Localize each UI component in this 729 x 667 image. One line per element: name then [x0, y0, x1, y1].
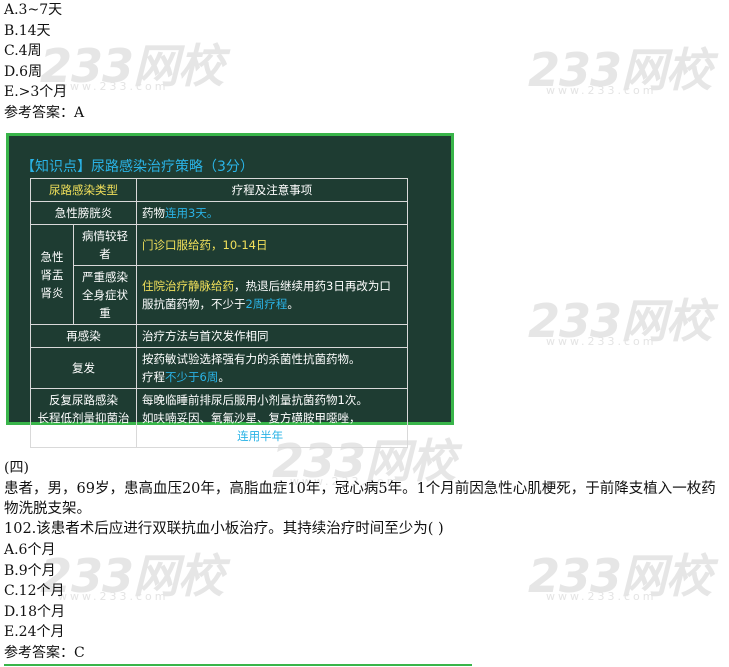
option-a: A.3~7天 [4, 2, 63, 18]
header-course: 疗程及注意事项 [136, 178, 408, 202]
case-stem: 患者，男，69岁，患高血压20年，高脂血症10年，冠心病5年。1个月前因急性心肌… [4, 481, 716, 517]
watermark-logo: 233网校 [528, 549, 712, 603]
option-b: B.14天 [4, 23, 51, 39]
question-text: 102.该患者术后应进行双联抗血小板治疗。其持续治疗时间至少为( ) [4, 521, 444, 537]
row-detail: 住院治疗静脉给药，热退后继续用药3日再改为口服抗菌药物，不少于2周疗程。 [136, 265, 408, 325]
option-d: D.6周 [4, 64, 43, 80]
answer-text: 参考答案：C [4, 645, 85, 661]
table-row: 反复尿路感染 长程低剂量抑菌治疗 每晚临睡前排尿后服用小剂量抗菌药物1次。 如呋喃… [29, 388, 408, 448]
option-e: E.24个月 [4, 624, 65, 640]
row-detail: 门诊口服给药，10-14日 [136, 224, 408, 266]
row-type: 复发 [29, 347, 138, 389]
watermark-logo: 233网校 [40, 549, 224, 603]
table-row: 急性膀胱炎 药物连用3天。 [29, 201, 408, 225]
row-detail: 按药敏试验选择强有力的杀菌性抗菌药物。 疗程不少于6周。 [136, 347, 408, 389]
option-c: C.12个月 [4, 583, 65, 599]
option-a: A.6个月 [4, 542, 56, 558]
knowledge-board: 【知识点】尿路感染治疗策略（3分） 尿路感染类型 疗程及注意事项 急性膀胱炎 药… [6, 133, 454, 448]
table-row: 再感染 治疗方法与首次发作相同 [29, 324, 408, 348]
row-group-pyelonephritis: 急性 肾盂 肾炎 [30, 224, 74, 325]
watermark-url: www.233.com [58, 80, 169, 93]
watermark-url: www.233.com [546, 335, 657, 348]
treatment-table: 尿路感染类型 疗程及注意事项 急性膀胱炎 药物连用3天。 急性 肾盂 肾炎 病情… [29, 178, 408, 448]
row-type: 急性膀胱炎 [29, 201, 138, 225]
table-row: 严重感染 全身症状重 住院治疗静脉给药，热退后继续用药3日再改为口服抗菌药物，不… [31, 265, 408, 325]
case-label: (四) [4, 460, 29, 476]
row-detail: 药物连用3天。 [136, 201, 408, 225]
table-header-row: 尿路感染类型 疗程及注意事项 [29, 178, 408, 202]
watermark-logo: 233网校 [40, 39, 224, 93]
header-type: 尿路感染类型 [29, 178, 138, 202]
watermark-logo: 233网校 [528, 294, 712, 348]
option-d: D.18个月 [4, 604, 65, 620]
row-detail: 每晚临睡前排尿后服用小剂量抗菌药物1次。 如呋喃妥因、氧氟沙星、复方磺胺甲噁唑， 7… [136, 388, 408, 448]
board-title: 【知识点】尿路感染治疗策略（3分） [21, 159, 254, 175]
option-b: B.9个月 [4, 563, 56, 579]
row-type: 病情较轻者 [72, 224, 138, 266]
answer-text: 参考答案：A [4, 105, 85, 121]
row-type: 严重感染 全身症状重 [72, 265, 138, 325]
watermark-url: www.233.com [58, 590, 169, 603]
watermark-url: www.233.com [546, 84, 657, 97]
option-c: C.4周 [4, 43, 42, 59]
row-type: 反复尿路感染 长程低剂量抑菌治疗 [29, 388, 138, 448]
option-e: E.>3个月 [4, 84, 68, 100]
table-row: 急性 肾盂 肾炎 病情较轻者 门诊口服给药，10-14日 [30, 224, 408, 325]
row-type: 再感染 [29, 324, 138, 348]
watermark-logo: 233网校 [528, 43, 712, 97]
table-row: 复发 按药敏试验选择强有力的杀菌性抗菌药物。 疗程不少于6周。 [29, 347, 408, 389]
divider [4, 664, 472, 666]
row-detail: 治疗方法与首次发作相同 [136, 324, 408, 348]
watermark-url: www.233.com [546, 590, 657, 603]
